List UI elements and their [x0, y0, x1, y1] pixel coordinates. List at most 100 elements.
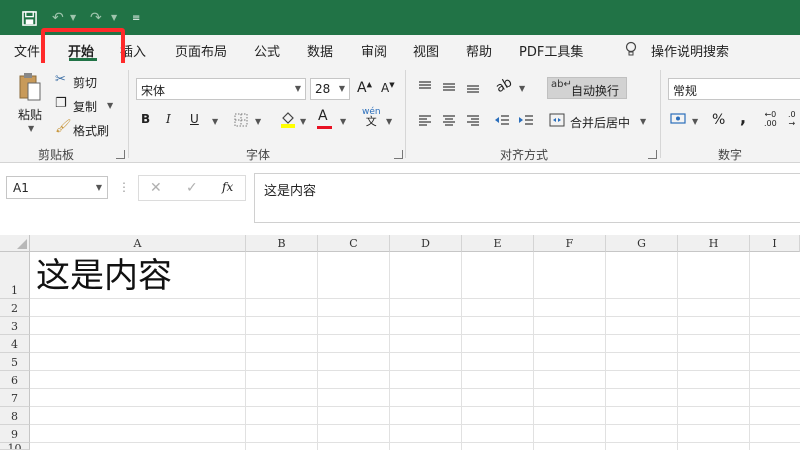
row-header-7[interactable]: 7 [0, 389, 30, 407]
save-icon[interactable] [22, 11, 37, 26]
format-painter-icon[interactable]: 🖌 [55, 119, 72, 134]
accounting-dropdown-icon[interactable]: ▼ [692, 117, 698, 126]
merge-center-dropdown-icon[interactable]: ▼ [640, 117, 646, 126]
phonetic-dropdown-icon[interactable]: ▼ [386, 117, 392, 126]
tab-help[interactable]: 帮助 [466, 41, 492, 60]
undo-dropdown-icon[interactable]: ▼ [70, 13, 76, 22]
row-header-10[interactable]: 10 [0, 443, 30, 450]
row-header-4[interactable]: 4 [0, 335, 30, 353]
tab-view[interactable]: 视图 [413, 41, 439, 60]
copy-dropdown-icon[interactable]: ▼ [107, 101, 113, 110]
number-format-select[interactable]: 常规 [668, 78, 800, 100]
fill-color-icon[interactable] [280, 110, 296, 128]
underline-button[interactable]: U [190, 112, 199, 126]
tell-me-search[interactable]: 操作说明搜索 [651, 41, 729, 60]
column-header-g[interactable]: G [606, 235, 678, 252]
increase-decimal-icon[interactable]: ←0.00 [764, 110, 777, 128]
decrease-decimal-icon[interactable]: .0 → [788, 110, 796, 128]
tab-formulas[interactable]: 公式 [254, 41, 280, 60]
font-size-select[interactable]: 28 ▼ [310, 78, 350, 100]
bold-button[interactable]: B [141, 112, 150, 126]
row-header-5[interactable]: 5 [0, 353, 30, 371]
font-size-value: 28 [315, 82, 331, 96]
tab-data[interactable]: 数据 [307, 41, 333, 60]
grid-col-line [245, 252, 246, 450]
copy-icon[interactable]: ❐ [55, 96, 67, 111]
tab-review[interactable]: 审阅 [361, 41, 387, 60]
font-launcher-icon[interactable] [394, 150, 403, 159]
column-header-f[interactable]: F [534, 235, 606, 252]
font-color-swatch [317, 126, 332, 129]
cut-icon[interactable]: ✂ [55, 72, 66, 87]
paste-dropdown-icon[interactable]: ▼ [28, 124, 34, 133]
merge-center-icon[interactable] [549, 113, 565, 127]
tab-page-layout[interactable]: 页面布局 [175, 41, 227, 60]
grid-row-line [30, 298, 800, 299]
chevron-down-icon: ▼ [294, 84, 301, 93]
column-header-d[interactable]: D [390, 235, 462, 252]
font-name-select[interactable]: 宋体 ▼ [136, 78, 306, 100]
row-header-2[interactable]: 2 [0, 299, 30, 317]
increase-indent-icon[interactable] [518, 113, 534, 127]
formula-content: 这是内容 [264, 184, 317, 199]
insert-function-icon[interactable]: fx [222, 180, 233, 194]
select-all-corner[interactable] [0, 235, 30, 252]
column-header-a[interactable]: A [30, 235, 246, 252]
row-header-1[interactable]: 1 [0, 252, 30, 299]
column-header-e[interactable]: E [462, 235, 534, 252]
chevron-down-icon: ▼ [95, 183, 102, 192]
cell-a1[interactable]: 这是内容 [36, 255, 172, 297]
align-left-icon[interactable] [418, 113, 432, 127]
redo-dropdown-icon[interactable]: ▼ [111, 13, 117, 22]
grid-col-line [605, 252, 606, 450]
paste-button[interactable]: 粘贴 [18, 106, 42, 123]
column-header-h[interactable]: H [678, 235, 750, 252]
paste-icon[interactable] [18, 72, 42, 102]
percent-style-button[interactable]: % [712, 112, 725, 128]
merge-center-button[interactable]: 合并后居中 [570, 114, 630, 131]
column-header-c[interactable]: C [318, 235, 390, 252]
column-header-b[interactable]: B [246, 235, 318, 252]
row-header-3[interactable]: 3 [0, 317, 30, 335]
align-bottom-icon[interactable] [466, 80, 480, 94]
borders-icon[interactable] [234, 113, 248, 127]
format-painter-button[interactable]: 格式刷 [73, 122, 109, 139]
undo-icon[interactable]: ↶ [52, 9, 64, 27]
align-right-icon[interactable] [466, 113, 480, 127]
clipboard-launcher-icon[interactable] [116, 150, 125, 159]
phonetic-guide-icon[interactable]: wén 文 [362, 107, 381, 128]
column-header-i[interactable]: I [750, 235, 800, 252]
copy-button[interactable]: 复制 [73, 98, 97, 115]
row-header-8[interactable]: 8 [0, 407, 30, 425]
italic-button[interactable]: I [166, 112, 171, 126]
grid-col-line [749, 252, 750, 450]
group-separator [128, 70, 129, 158]
align-top-icon[interactable] [418, 80, 432, 94]
comma-style-button[interactable]: , [740, 108, 746, 127]
font-color-dropdown-icon[interactable]: ▼ [340, 117, 346, 126]
fill-color-dropdown-icon[interactable]: ▼ [300, 117, 306, 126]
accounting-format-icon[interactable] [670, 112, 688, 126]
orientation-dropdown-icon[interactable]: ▼ [519, 84, 525, 93]
tab-pdf-tools[interactable]: PDF工具集 [519, 41, 583, 60]
redo-icon[interactable]: ↷ [90, 9, 102, 27]
cancel-icon[interactable]: ✕ [150, 180, 162, 196]
align-center-icon[interactable] [442, 113, 456, 127]
decrease-font-size-icon[interactable]: A▼ [381, 81, 395, 95]
decrease-indent-icon[interactable] [494, 113, 510, 127]
underline-dropdown-icon[interactable]: ▼ [212, 117, 218, 126]
alignment-launcher-icon[interactable] [648, 150, 657, 159]
row-header-6[interactable]: 6 [0, 371, 30, 389]
name-box[interactable]: A1 ▼ [6, 176, 108, 199]
row-header-9[interactable]: 9 [0, 425, 30, 443]
increase-font-size-icon[interactable]: A▲ [357, 80, 372, 96]
customize-quick-access-icon[interactable]: ≡ [132, 10, 140, 28]
align-middle-icon[interactable] [442, 80, 456, 94]
tab-file[interactable]: 文件 [14, 41, 40, 60]
formula-input[interactable]: 这是内容 [254, 173, 800, 223]
font-group-label: 字体 [246, 148, 271, 162]
enter-icon[interactable]: ✓ [186, 180, 198, 196]
font-color-icon[interactable]: A [318, 108, 328, 124]
cut-button[interactable]: 剪切 [73, 74, 97, 91]
borders-dropdown-icon[interactable]: ▼ [255, 117, 261, 126]
